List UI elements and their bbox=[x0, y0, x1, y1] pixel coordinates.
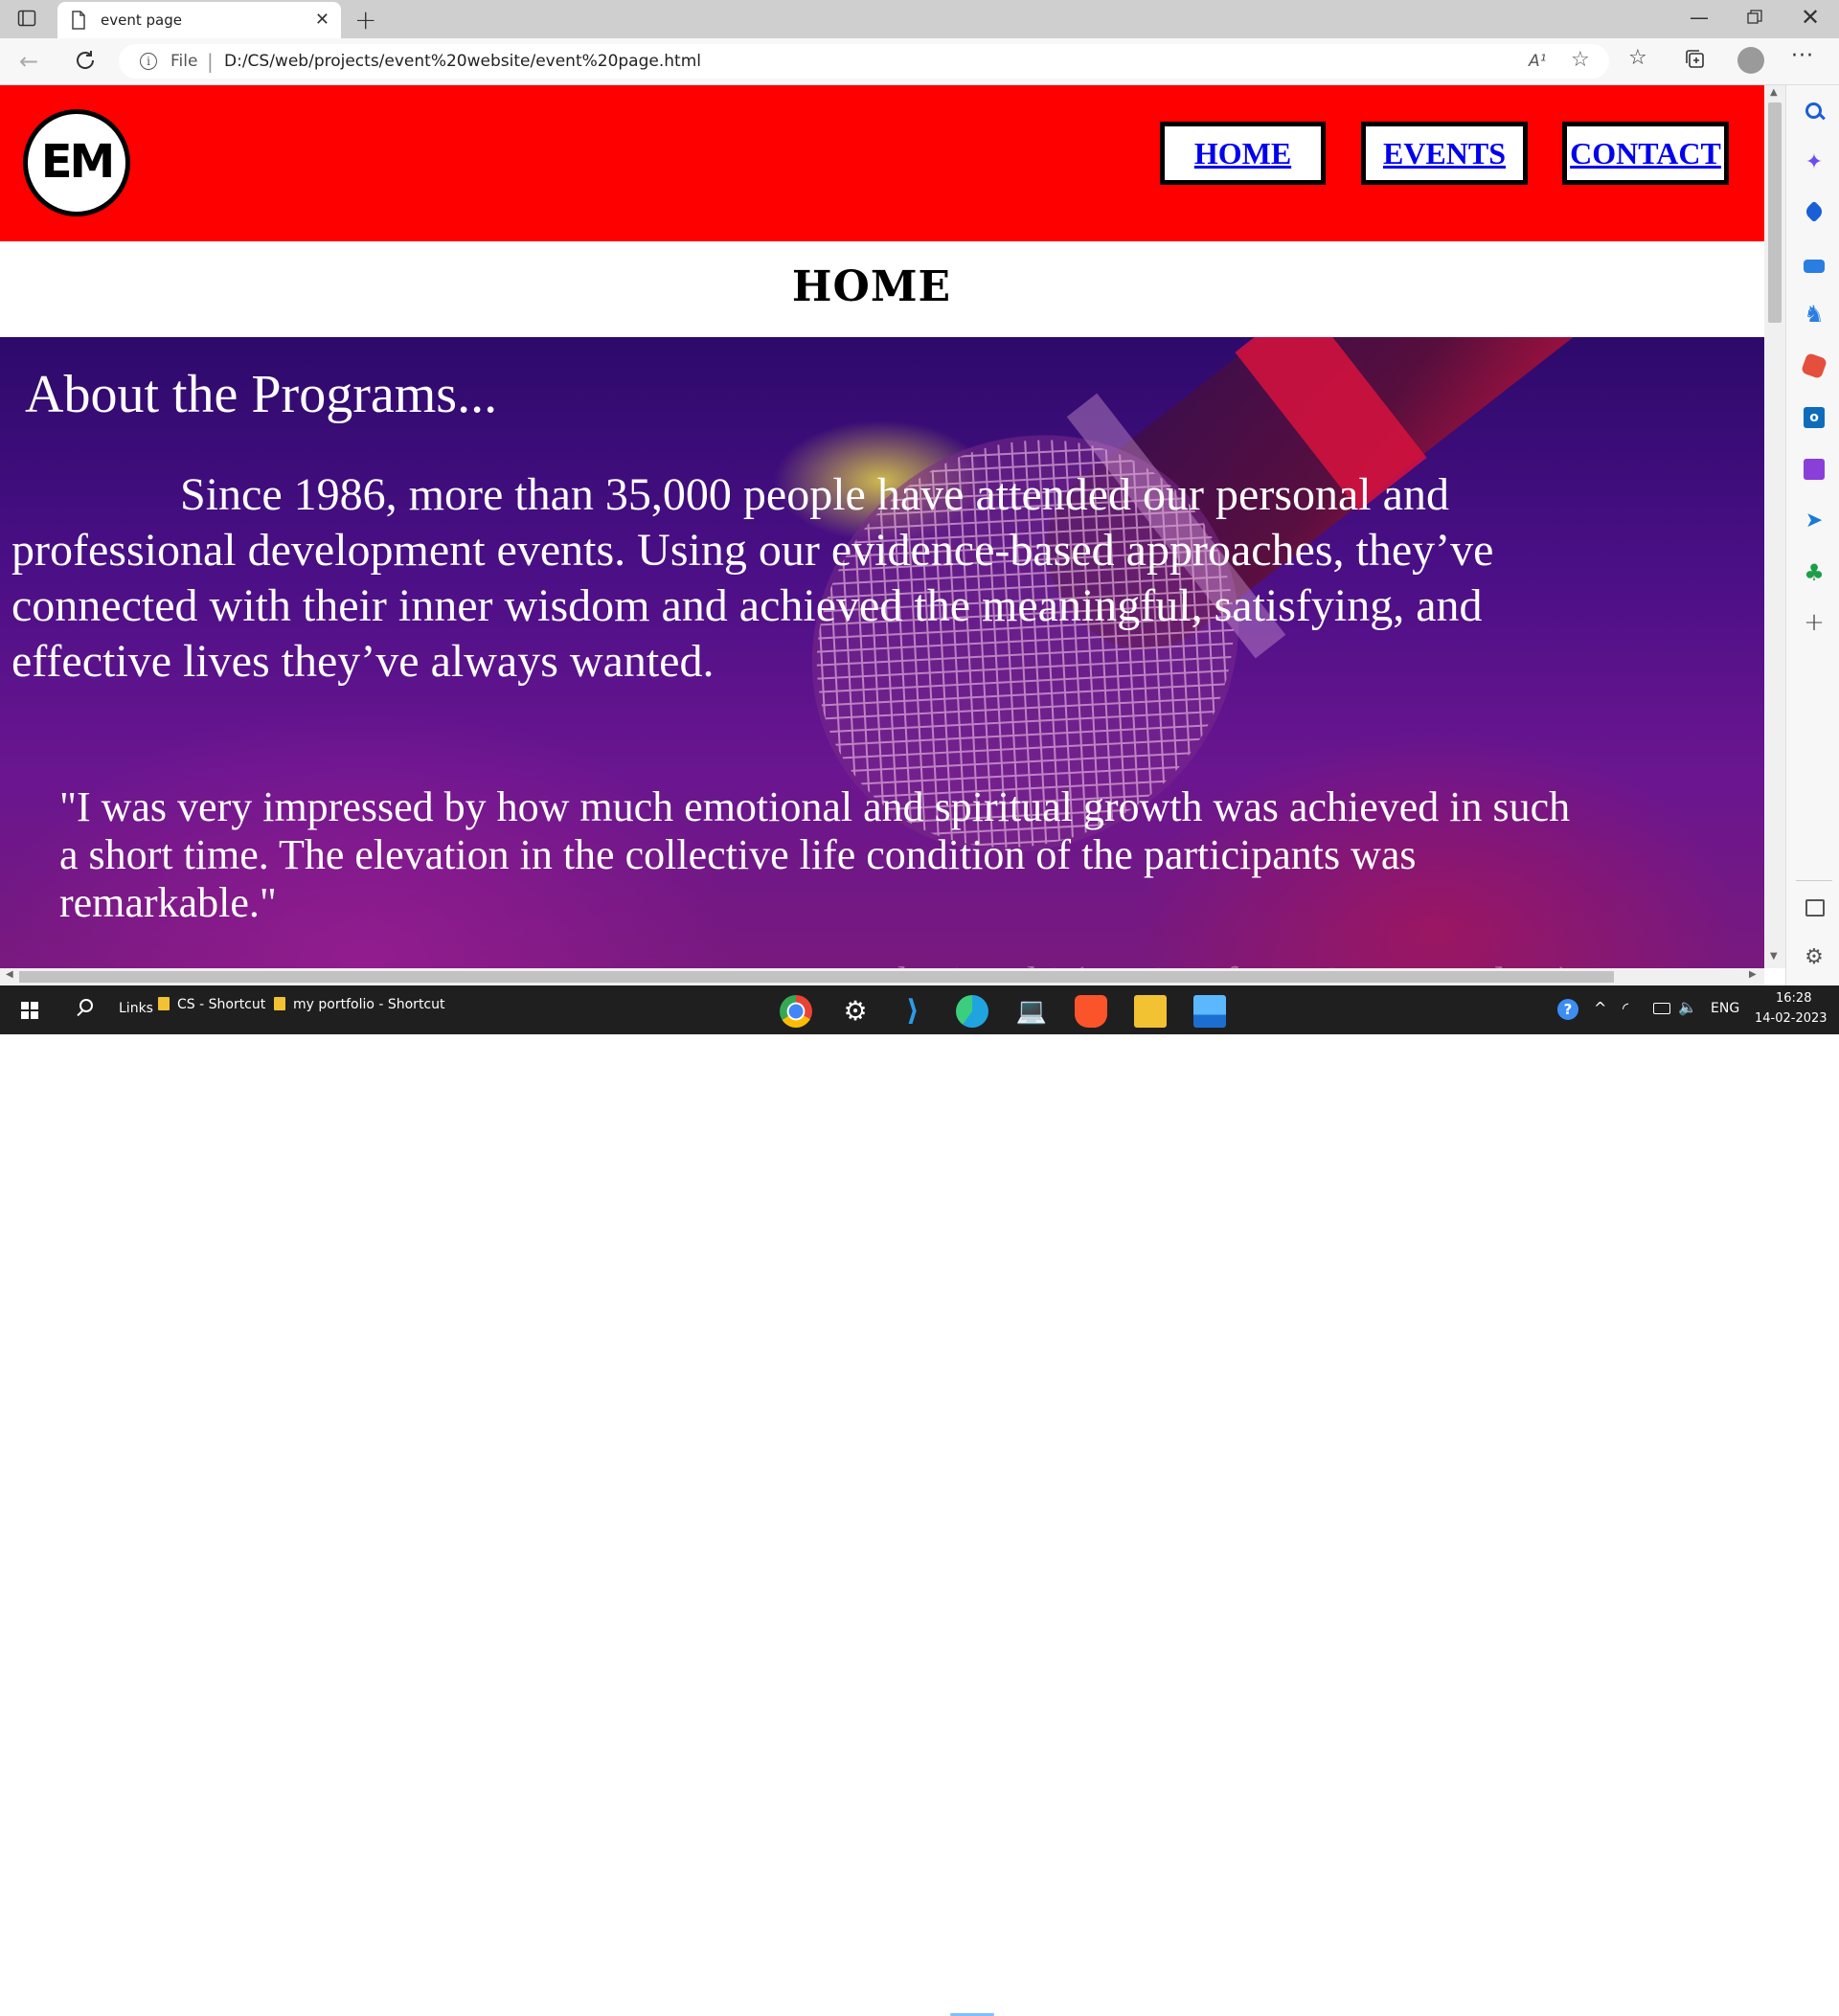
site-header: EM HOME EVENTS CONTACT bbox=[0, 85, 1764, 241]
folder-shortcut-label: CS - Shortcut bbox=[177, 997, 266, 1012]
windows-start-icon[interactable] bbox=[21, 1002, 38, 1019]
site-logo[interactable]: EM bbox=[23, 109, 130, 216]
info-icon[interactable]: i bbox=[140, 53, 157, 70]
nav-events-button[interactable]: EVENTS bbox=[1361, 122, 1528, 185]
battery-icon[interactable] bbox=[1653, 1003, 1670, 1014]
hide-sidebar-icon[interactable] bbox=[1805, 899, 1825, 917]
address-scheme-label: File bbox=[170, 52, 198, 71]
back-arrow-icon[interactable]: ← bbox=[19, 48, 38, 75]
profile-avatar[interactable] bbox=[1737, 47, 1764, 74]
nav-home-link[interactable]: HOME bbox=[1194, 136, 1291, 170]
new-tab-icon[interactable]: + bbox=[354, 4, 376, 35]
games-icon[interactable]: ♞ bbox=[1804, 303, 1825, 326]
document-icon bbox=[72, 11, 85, 30]
drop-icon[interactable]: ➤ bbox=[1804, 510, 1825, 532]
wifi-icon[interactable]: ◜ bbox=[1623, 999, 1628, 1017]
add-icon[interactable]: + bbox=[1804, 610, 1825, 635]
settings-gear-icon[interactable]: ⚙ bbox=[839, 995, 872, 1028]
folder-shortcut-label: my portfolio - Shortcut bbox=[293, 997, 445, 1012]
search-icon[interactable] bbox=[77, 999, 93, 1017]
restore-icon[interactable] bbox=[1747, 10, 1762, 25]
nav-home-button[interactable]: HOME bbox=[1160, 122, 1326, 185]
scroll-up-arrow-icon[interactable]: ▲ bbox=[1770, 87, 1778, 98]
horizontal-scrollbar[interactable]: ◀ ▶ bbox=[0, 968, 1764, 985]
browser-toolbar: ← i File | D:/CS/web/projects/event%20we… bbox=[0, 38, 1839, 85]
url-text[interactable]: D:/CS/web/projects/event%20website/event… bbox=[224, 52, 701, 71]
search-icon[interactable] bbox=[1804, 101, 1826, 122]
nav-events-link[interactable]: EVENTS bbox=[1383, 136, 1506, 170]
folder-shortcut-portfolio[interactable]: my portfolio - Shortcut bbox=[274, 997, 445, 1012]
clock-time[interactable]: 16:28 bbox=[1776, 991, 1811, 1006]
taskbar: Links CS - Shortcut my portfolio - Short… bbox=[0, 985, 1839, 2016]
read-aloud-icon[interactable]: A¹ bbox=[1529, 52, 1546, 71]
volume-icon[interactable]: 🔈 bbox=[1678, 998, 1697, 1016]
vscode-icon[interactable]: ⟩ bbox=[897, 995, 929, 1028]
about-paragraph: Since 1986, more than 35,000 people have… bbox=[11, 469, 1494, 687]
close-window-icon[interactable]: ✕ bbox=[1801, 4, 1820, 31]
language-indicator[interactable]: ENG bbox=[1711, 1001, 1739, 1016]
page-viewport: EM HOME EVENTS CONTACT HOME About the Pr… bbox=[0, 85, 1764, 968]
folder-shortcut-cs[interactable]: CS - Shortcut bbox=[158, 997, 265, 1012]
clock-date[interactable]: 14-02-2023 bbox=[1755, 1011, 1828, 1026]
nav-contact-link[interactable]: CONTACT bbox=[1570, 136, 1721, 170]
vertical-scrollbar[interactable]: ▲ ▼ bbox=[1764, 85, 1785, 968]
collections-icon[interactable] bbox=[1684, 48, 1707, 71]
folder-icon bbox=[274, 997, 285, 1010]
close-tab-icon[interactable]: ✕ bbox=[315, 10, 329, 30]
browser-sidebar: ✦ ♞ o ➤ ♣ + ⚙ bbox=[1785, 85, 1839, 985]
address-bar[interactable]: i File | D:/CS/web/projects/event%20webs… bbox=[119, 44, 1609, 79]
favorites-icon[interactable]: ☆ bbox=[1628, 46, 1647, 70]
browser-title-bar: event page ✕ + — ✕ bbox=[0, 0, 1839, 38]
nav-contact-button[interactable]: CONTACT bbox=[1562, 122, 1729, 185]
scroll-down-arrow-icon[interactable]: ▼ bbox=[1770, 951, 1778, 962]
show-hidden-icons-chevron-icon[interactable]: ^ bbox=[1594, 999, 1606, 1017]
copilot-icon[interactable]: ✦ bbox=[1804, 152, 1825, 173]
page-title: HOME bbox=[791, 262, 952, 311]
file-explorer-icon[interactable] bbox=[1134, 995, 1167, 1028]
sidebar-divider bbox=[1796, 880, 1832, 881]
browser-tab[interactable]: event page ✕ bbox=[57, 2, 341, 38]
shopping-icon[interactable] bbox=[1803, 200, 1826, 223]
folder-icon bbox=[158, 997, 170, 1010]
office-icon[interactable] bbox=[1800, 351, 1828, 380]
horizontal-scroll-thumb[interactable] bbox=[19, 971, 1614, 983]
about-section: About the Programs... Since 1986, more t… bbox=[0, 337, 1764, 968]
tab-title: event page bbox=[101, 11, 182, 29]
designer-icon[interactable] bbox=[1804, 459, 1825, 480]
testimonial-quote: "I was very impressed by how much emotio… bbox=[59, 783, 1571, 926]
brave-icon[interactable] bbox=[1075, 995, 1107, 1028]
tools-icon[interactable] bbox=[1804, 260, 1825, 273]
links-toolbar-label[interactable]: Links bbox=[119, 1001, 153, 1016]
add-favorite-star-icon[interactable]: ☆ bbox=[1571, 48, 1590, 72]
minimize-icon[interactable]: — bbox=[1690, 6, 1709, 29]
logo-text: EM bbox=[40, 135, 116, 189]
scroll-left-arrow-icon[interactable]: ◀ bbox=[6, 969, 13, 980]
vertical-scroll-thumb[interactable] bbox=[1768, 102, 1782, 323]
more-options-icon[interactable]: ··· bbox=[1791, 44, 1814, 68]
scroll-right-arrow-icon[interactable]: ▶ bbox=[1749, 969, 1757, 980]
outlook-icon[interactable]: o bbox=[1804, 407, 1825, 428]
address-separator: | bbox=[207, 50, 214, 73]
testimonial-author: Yukari Joshi (Review from Our Attendees) bbox=[851, 958, 1573, 968]
edge-icon[interactable] bbox=[956, 995, 988, 1028]
reload-icon[interactable] bbox=[73, 48, 98, 73]
chrome-icon[interactable] bbox=[780, 995, 812, 1028]
laptop-icon[interactable]: 💻 bbox=[1015, 995, 1048, 1028]
photos-icon[interactable] bbox=[1193, 995, 1226, 1028]
tree-icon[interactable]: ♣ bbox=[1804, 561, 1825, 584]
settings-icon[interactable]: ⚙ bbox=[1804, 947, 1825, 968]
help-icon[interactable]: ? bbox=[1557, 999, 1578, 1020]
about-heading: About the Programs... bbox=[25, 365, 498, 424]
tab-actions-icon[interactable] bbox=[17, 10, 36, 27]
